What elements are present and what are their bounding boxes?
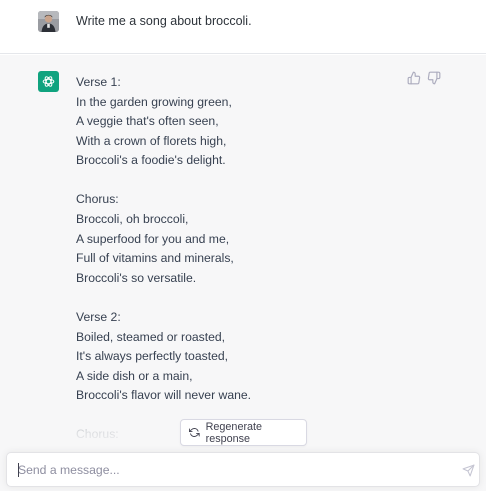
song-line: A superfood for you and me, [76, 231, 230, 246]
song-line: In the garden growing green, [76, 94, 232, 109]
song-stanza: Chorus: Broccoli, oh broccoli, A superfood… [76, 190, 456, 288]
song-line: Broccoli's a foodie's delight. [76, 153, 226, 168]
song-stanza: Verse 1: In the garden growing green, A ve… [76, 73, 456, 171]
song-line: It's always perfectly toasted, [76, 349, 229, 364]
chat-page: Write me a song about broccoli. Verse 1:… [0, 0, 486, 491]
send-icon[interactable] [462, 464, 475, 477]
message-input[interactable] [18, 461, 438, 479]
song-line: With a crown of florets high, [76, 133, 227, 148]
song-line: Boiled, steamed or roasted, [76, 329, 226, 344]
song-line: Full of vitamins and minerals, [76, 251, 234, 266]
openai-logo-icon [38, 71, 59, 92]
text-caret [18, 463, 19, 477]
regenerate-response-label: Regenerate response [205, 420, 263, 445]
message-composer[interactable] [6, 452, 480, 487]
regenerate-response-button[interactable]: Regenerate response [180, 419, 307, 446]
refresh-icon [189, 428, 200, 437]
song-stanza: Verse 2: Boiled, steamed or roasted, It's … [76, 308, 456, 406]
song-line: A side dish or a main, [76, 368, 193, 383]
song-line: Chorus: [76, 192, 119, 207]
song-line: Broccoli, oh broccoli, [76, 212, 189, 227]
song-line: A veggie that's often seen, [76, 114, 219, 129]
song-line: Broccoli's so versatile. [76, 270, 197, 285]
user-avatar [38, 11, 59, 32]
thumbs-up-icon[interactable] [407, 71, 421, 85]
song-line: Verse 1: [76, 75, 121, 89]
user-message-row: Write me a song about broccoli. [0, 0, 486, 54]
thumbs-down-icon[interactable] [427, 71, 441, 85]
user-message-text: Write me a song about broccoli. [76, 14, 252, 28]
song-line: Verse 2: [76, 309, 121, 324]
